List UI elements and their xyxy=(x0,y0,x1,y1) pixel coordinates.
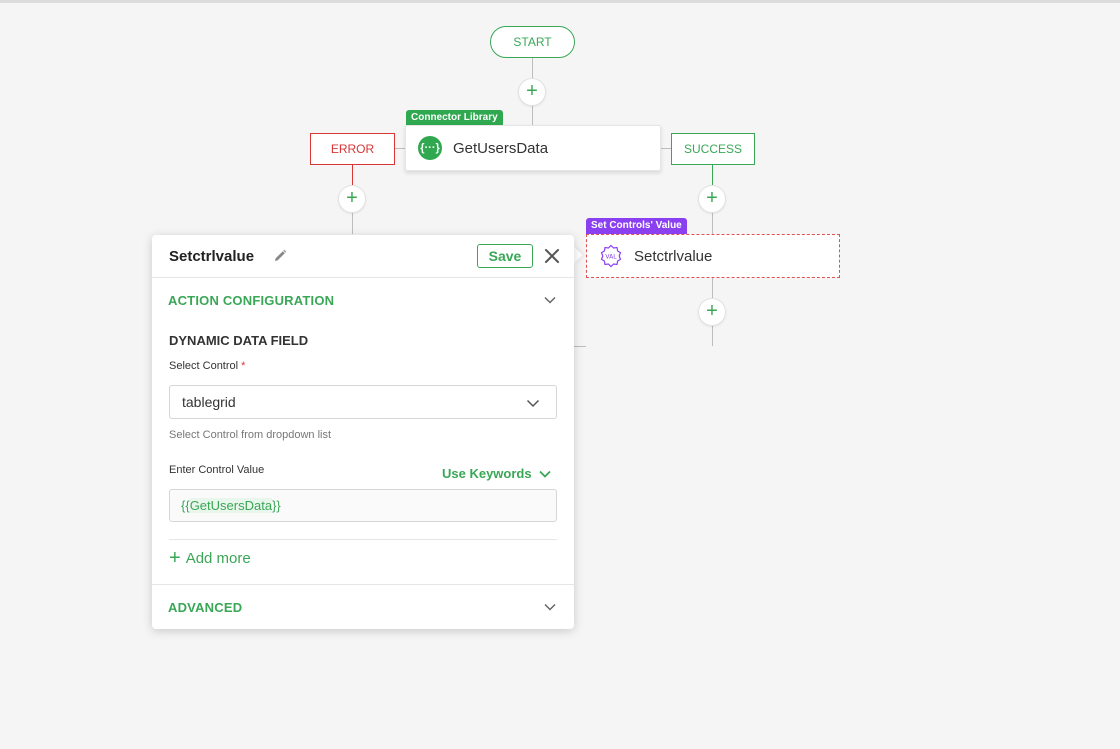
plus-icon: + xyxy=(169,547,181,569)
error-branch[interactable]: ERROR xyxy=(310,133,395,165)
connector-line xyxy=(712,165,713,185)
action-config-panel: Setctrlvalue Save ACTION CONFIGURATION D… xyxy=(152,235,574,629)
start-node[interactable]: START xyxy=(490,26,575,58)
action-configuration-section[interactable]: ACTION CONFIGURATION xyxy=(152,278,574,322)
connector-line xyxy=(574,346,586,347)
val-badge-icon: VAL xyxy=(599,244,623,268)
api-braces-icon: {···} xyxy=(418,136,442,160)
connector-line xyxy=(712,278,713,298)
svg-text:VAL: VAL xyxy=(605,254,617,261)
connector-line xyxy=(532,104,533,125)
dynamic-data-field-heading: DYNAMIC DATA FIELD xyxy=(169,333,309,348)
chevron-down-icon[interactable] xyxy=(526,396,540,410)
add-step-button[interactable]: + xyxy=(518,78,546,106)
node-label: GetUsersData xyxy=(453,139,549,157)
connector-library-tag: Connector Library xyxy=(406,110,503,126)
required-mark: * xyxy=(241,360,246,372)
value-close-brace: }} xyxy=(272,498,281,513)
get-users-data-node[interactable]: {···} GetUsersData xyxy=(405,125,661,171)
add-success-step-button[interactable]: + xyxy=(698,185,726,213)
chevron-down-icon[interactable] xyxy=(543,293,557,307)
connector-line xyxy=(352,165,353,185)
connector-line xyxy=(712,212,713,234)
set-controls-value-tag: Set Controls' Value xyxy=(586,218,687,234)
connector-line xyxy=(395,148,405,149)
add-error-step-button[interactable]: + xyxy=(338,185,366,213)
top-border xyxy=(0,0,1120,3)
section-title: ACTION CONFIGURATION xyxy=(168,292,335,308)
pencil-icon[interactable] xyxy=(272,248,288,264)
use-keywords-toggle[interactable]: Use Keywords xyxy=(442,466,552,481)
divider xyxy=(169,539,557,540)
select-control-hint: Select Control from dropdown list xyxy=(169,429,332,441)
close-icon[interactable] xyxy=(543,247,561,265)
control-value-input[interactable]: {{GetUsersData}} xyxy=(169,489,557,522)
connector-line xyxy=(352,212,353,234)
value-open-brace: {{ xyxy=(181,498,190,513)
advanced-section[interactable]: ADVANCED xyxy=(152,585,574,629)
section-title: ADVANCED xyxy=(168,599,243,615)
success-branch[interactable]: SUCCESS xyxy=(671,133,755,165)
connector-line xyxy=(532,58,533,80)
select-control-value: tablegrid xyxy=(182,394,236,410)
connector-line xyxy=(712,325,713,346)
select-control-dropdown[interactable]: tablegrid xyxy=(169,385,557,419)
save-button[interactable]: Save xyxy=(477,244,533,268)
enter-control-value-label: Enter Control Value xyxy=(169,464,265,476)
keyword-token: GetUsersData xyxy=(189,498,273,513)
chevron-down-icon xyxy=(538,470,551,478)
connector-line xyxy=(661,148,671,149)
panel-title: Setctrlvalue xyxy=(169,248,255,265)
select-control-label: Select Control * xyxy=(169,360,246,372)
chevron-down-icon[interactable] xyxy=(543,600,557,614)
node-label: Setctrlvalue xyxy=(634,247,713,265)
setctrlvalue-node[interactable]: VAL Setctrlvalue xyxy=(586,234,840,278)
panel-header: Setctrlvalue Save xyxy=(152,235,574,278)
add-step-button[interactable]: + xyxy=(698,298,726,326)
add-more-button[interactable]: + Add more xyxy=(169,548,251,568)
